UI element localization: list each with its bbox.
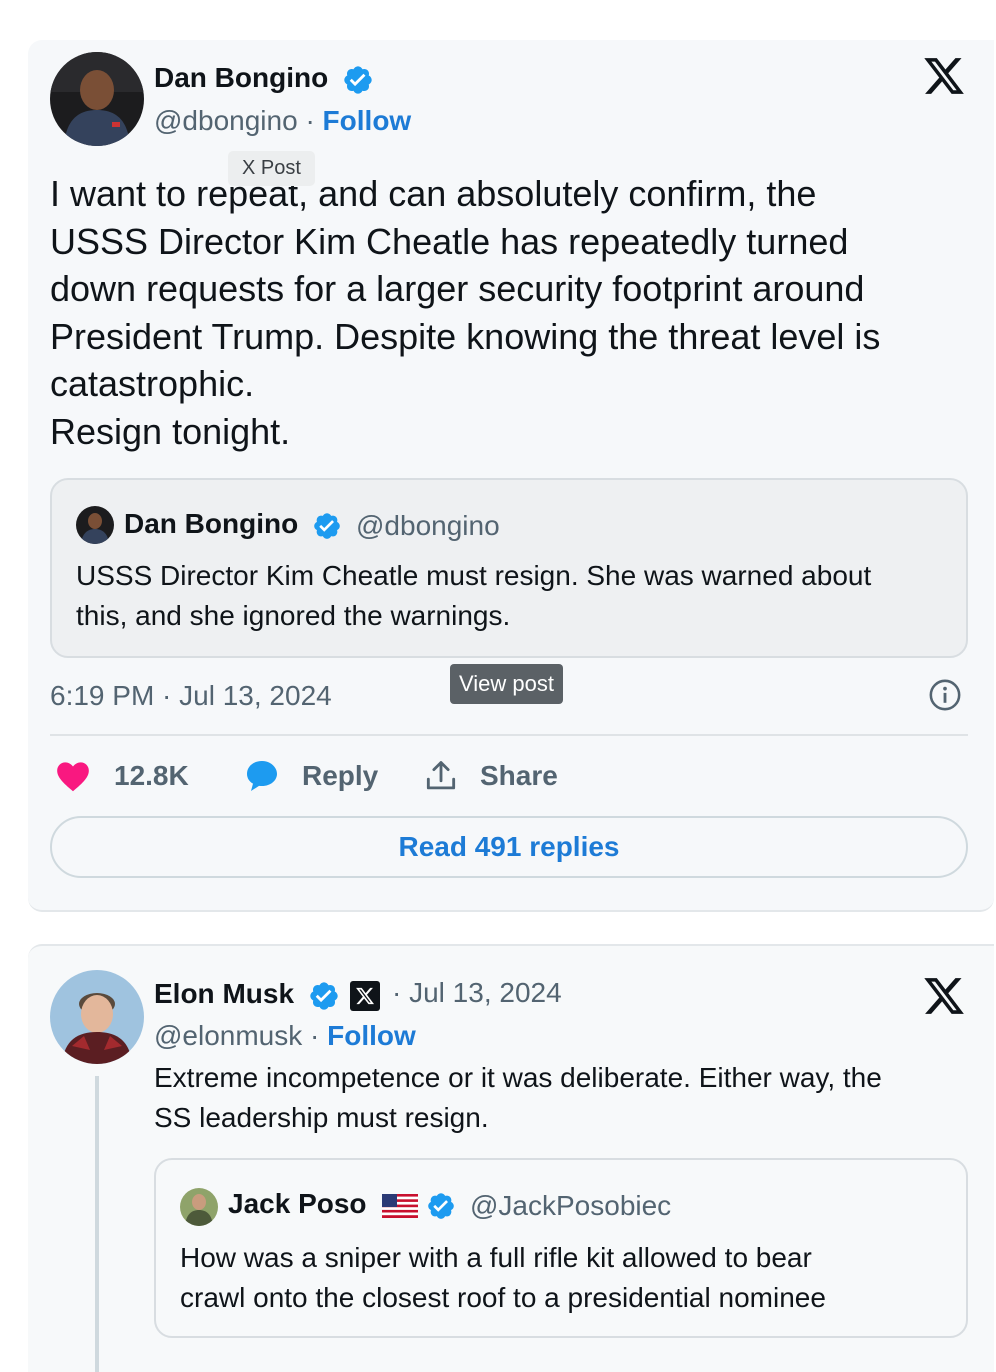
- tweet-text-line: I want to repeat, and can absolutely con…: [50, 173, 817, 214]
- quoted-tweet[interactable]: Jack Poso @JackPosobiec How was a sniper…: [154, 1158, 968, 1338]
- quote-author-avatar: [76, 506, 114, 544]
- thread-connector-line: [95, 1076, 99, 1372]
- divider: [50, 734, 968, 736]
- tweet-timestamp[interactable]: 6:19 PM · Jul 13, 2024: [50, 680, 332, 712]
- author-avatar[interactable]: [50, 52, 144, 146]
- tweet-text: Extreme incompetence or it was deliberat…: [154, 1058, 882, 1138]
- author-name[interactable]: Dan Bongino: [154, 62, 328, 94]
- reply-button[interactable]: Reply: [242, 756, 378, 796]
- x-logo-icon[interactable]: [922, 54, 966, 98]
- verified-badge-icon: [344, 66, 372, 94]
- share-upload-icon: [426, 761, 456, 790]
- author-handle-line: @dbongino · Follow: [154, 105, 411, 137]
- separator-dot: ·: [305, 105, 315, 136]
- quote-author-name: Dan Bongino: [124, 508, 299, 539]
- quote-text: How was a sniper with a full rifle kit a…: [180, 1238, 826, 1318]
- verified-badge-icon: [310, 982, 338, 1010]
- separator-dot: ·: [310, 1020, 320, 1051]
- quote-text-line: How was a sniper with a full rifle kit a…: [180, 1242, 812, 1273]
- quote-text-line: USSS Director Kim Cheatle must resign. S…: [76, 560, 872, 591]
- tweet-text-line: President Trump. Despite knowing the thr…: [50, 315, 881, 357]
- tweet-text-line: USSS Director Kim Cheatle has repeatedly…: [50, 220, 849, 262]
- author-handle[interactable]: @elonmusk: [154, 1020, 302, 1051]
- verified-badge-icon: [314, 513, 340, 539]
- read-replies-button[interactable]: Read 491 replies: [50, 816, 968, 878]
- reply-bubble-icon: [247, 761, 277, 791]
- quote-author-handle: @dbongino: [356, 510, 500, 541]
- like-count: 12.8K: [114, 760, 189, 791]
- author-name[interactable]: Elon Musk: [154, 978, 294, 1010]
- tweet-text-line: Extreme incompetence or it was deliberat…: [154, 1062, 882, 1093]
- x-post-tooltip: X Post: [228, 151, 315, 186]
- tweet-text-line: SS leadership must resign.: [154, 1102, 489, 1133]
- us-flag-icon: [382, 1194, 418, 1218]
- verified-badge-icon: [428, 1193, 454, 1219]
- like-button[interactable]: 12.8K: [54, 756, 189, 796]
- quote-text-line: crawl onto the closest roof to a preside…: [180, 1282, 826, 1313]
- tweet-text-line: down requests for a larger security foot…: [50, 268, 865, 309]
- x-affiliation-badge-icon: [350, 981, 380, 1011]
- tweet-card: Dan Bongino @dbongino · Follow I want to…: [28, 40, 994, 912]
- tweet-text-line: catastrophic.: [50, 363, 255, 404]
- quote-author-avatar: [180, 1188, 218, 1226]
- heart-icon: [57, 762, 89, 792]
- share-button[interactable]: Share: [422, 756, 558, 796]
- reply-label: Reply: [302, 760, 379, 791]
- share-label: Share: [480, 760, 558, 791]
- follow-button[interactable]: Follow: [327, 1020, 416, 1051]
- author-handle-line: @elonmusk · Follow: [154, 1020, 416, 1052]
- tweet-card: Elon Musk · Jul 13, 2024 @elonmusk · Fol…: [28, 944, 994, 1372]
- author-avatar[interactable]: [50, 970, 144, 1064]
- x-logo-icon[interactable]: [922, 974, 966, 1018]
- author-handle[interactable]: @dbongino: [154, 105, 298, 136]
- quote-text-line: this, and she ignored the warnings.: [76, 600, 511, 631]
- tweet-text: I want to repeat, and can absolutely con…: [50, 170, 880, 455]
- quote-author-name: Jack Poso: [228, 1188, 367, 1219]
- quoted-tweet[interactable]: Dan Bongino @dbongino USSS Director Kim …: [50, 478, 968, 658]
- info-icon[interactable]: [928, 678, 962, 712]
- tweet-date[interactable]: · Jul 13, 2024: [392, 977, 562, 1009]
- view-post-tooltip: View post: [450, 664, 563, 704]
- quote-author-handle: @JackPosobiec: [470, 1190, 672, 1221]
- quote-text: USSS Director Kim Cheatle must resign. S…: [76, 556, 871, 636]
- follow-button[interactable]: Follow: [323, 105, 412, 136]
- tweet-text-line: Resign tonight.: [50, 410, 291, 452]
